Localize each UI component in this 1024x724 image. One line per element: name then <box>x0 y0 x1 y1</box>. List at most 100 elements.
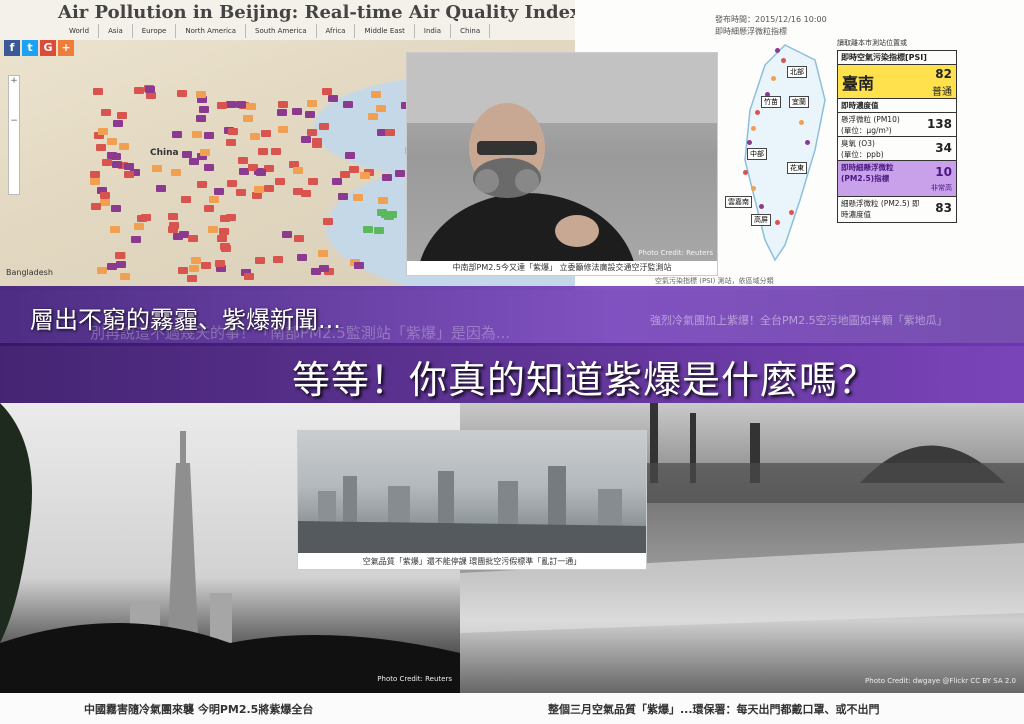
aqi-marker[interactable] <box>203 204 214 212</box>
aqi-marker[interactable] <box>375 105 386 113</box>
aqi-marker[interactable] <box>352 193 363 201</box>
aqi-marker[interactable] <box>368 112 379 120</box>
aqi-marker[interactable] <box>137 214 148 222</box>
aqi-marker[interactable] <box>134 87 145 95</box>
aqi-marker[interactable] <box>254 257 265 265</box>
aqi-marker[interactable] <box>119 273 130 281</box>
aqi-marker[interactable] <box>197 180 208 188</box>
aqi-marker[interactable] <box>170 169 181 177</box>
aqi-marker[interactable] <box>377 196 388 204</box>
aqi-marker[interactable] <box>291 107 302 115</box>
station-marker[interactable] <box>755 110 760 115</box>
aqi-marker[interactable] <box>244 273 255 281</box>
aqi-marker[interactable] <box>208 196 219 204</box>
aqi-marker[interactable] <box>282 231 293 239</box>
aqi-marker[interactable] <box>216 235 227 243</box>
tab-africa[interactable]: Africa <box>317 24 356 38</box>
aqi-marker[interactable] <box>274 177 285 185</box>
region-north[interactable]: 北部 <box>787 66 807 78</box>
aqi-marker[interactable] <box>362 226 373 234</box>
facebook-icon[interactable]: f <box>4 40 20 56</box>
station-marker[interactable] <box>771 76 776 81</box>
tab-china[interactable]: China <box>451 24 491 38</box>
aqi-marker[interactable] <box>384 128 395 136</box>
aqi-marker[interactable] <box>90 170 100 178</box>
aqi-marker[interactable] <box>258 147 269 155</box>
aqi-marker[interactable] <box>306 99 317 107</box>
region-central[interactable]: 中部 <box>747 148 767 160</box>
aqi-marker[interactable] <box>178 266 189 274</box>
station-marker[interactable] <box>759 204 764 209</box>
aqi-marker[interactable] <box>395 170 406 178</box>
tab-asia[interactable]: Asia <box>99 24 133 38</box>
aqi-marker[interactable] <box>110 204 121 212</box>
aqi-marker[interactable] <box>264 165 275 173</box>
aqi-marker[interactable] <box>201 261 212 269</box>
aqi-marker[interactable] <box>236 189 247 197</box>
aqi-marker[interactable] <box>272 256 283 264</box>
aqi-marker[interactable] <box>191 131 202 139</box>
city-smog-photo-card[interactable]: 空氣品質「紫爆」還不能停課 環團批空污假標準「亂訂一通」 <box>297 430 647 570</box>
station-marker[interactable] <box>751 126 756 131</box>
aqi-marker[interactable] <box>145 92 156 100</box>
aqi-marker[interactable] <box>91 202 102 210</box>
station-marker[interactable] <box>789 210 794 215</box>
aqi-marker[interactable] <box>349 166 360 174</box>
aqi-marker[interactable] <box>195 115 206 123</box>
aqi-marker[interactable] <box>100 109 111 117</box>
aqi-marker[interactable] <box>237 157 248 165</box>
aqi-marker[interactable] <box>328 94 339 102</box>
station-marker[interactable] <box>775 220 780 225</box>
aqi-marker[interactable] <box>322 87 333 95</box>
google-icon[interactable]: G <box>40 40 56 56</box>
aqi-marker[interactable] <box>131 235 142 243</box>
tab-south-america[interactable]: South America <box>246 24 317 38</box>
aqi-marker[interactable] <box>112 160 122 168</box>
aqi-marker[interactable] <box>107 138 118 146</box>
aqi-marker[interactable] <box>96 143 107 151</box>
aqi-marker[interactable] <box>207 225 218 233</box>
aqi-marker[interactable] <box>190 257 201 265</box>
station-marker[interactable] <box>799 120 804 125</box>
aqi-marker[interactable] <box>381 174 392 182</box>
aqi-marker[interactable] <box>99 192 110 200</box>
aqi-marker[interactable] <box>300 135 311 143</box>
aqi-marker[interactable] <box>318 265 329 273</box>
aqi-marker[interactable] <box>134 222 145 230</box>
tab-india[interactable]: India <box>415 24 452 38</box>
aqi-marker[interactable] <box>214 187 225 195</box>
aqi-marker[interactable] <box>219 215 230 223</box>
aqi-marker[interactable] <box>277 101 288 109</box>
station-marker[interactable] <box>805 140 810 145</box>
aqi-marker[interactable] <box>109 225 120 233</box>
aqi-marker[interactable] <box>225 101 236 109</box>
aqi-marker[interactable] <box>167 212 178 220</box>
aqi-marker[interactable] <box>203 132 214 140</box>
aqi-marker[interactable] <box>242 114 253 122</box>
aqi-marker[interactable] <box>119 142 130 150</box>
mask-photo-card[interactable]: Photo Credit: Reuters 中南部PM2.5今又達「紫爆」 立委… <box>406 52 718 276</box>
aqi-marker[interactable] <box>106 151 117 159</box>
aqi-marker[interactable] <box>106 263 117 271</box>
aqi-marker[interactable] <box>90 177 101 185</box>
aqi-marker[interactable] <box>123 163 134 171</box>
aqi-marker[interactable] <box>345 151 356 159</box>
aqi-marker[interactable] <box>339 170 350 178</box>
aqi-marker[interactable] <box>225 139 236 147</box>
aqi-marker[interactable] <box>214 260 225 268</box>
aqi-marker[interactable] <box>305 110 316 118</box>
station-marker[interactable] <box>775 48 780 53</box>
aqi-marker[interactable] <box>97 267 108 275</box>
aqi-marker[interactable] <box>171 130 182 138</box>
aqi-marker[interactable] <box>112 120 123 128</box>
aqi-marker[interactable] <box>169 222 180 230</box>
aqi-marker[interactable] <box>145 85 156 93</box>
aqi-marker[interactable] <box>277 108 288 116</box>
aqi-marker[interactable] <box>306 129 317 137</box>
tab-north-america[interactable]: North America <box>176 24 247 38</box>
aqi-marker[interactable] <box>294 235 305 243</box>
region-yilan[interactable]: 宜蘭 <box>789 96 809 108</box>
aqi-marker[interactable] <box>255 169 266 177</box>
region-yunjianan[interactable]: 雲嘉南 <box>725 196 752 208</box>
aqi-marker[interactable] <box>308 178 319 186</box>
